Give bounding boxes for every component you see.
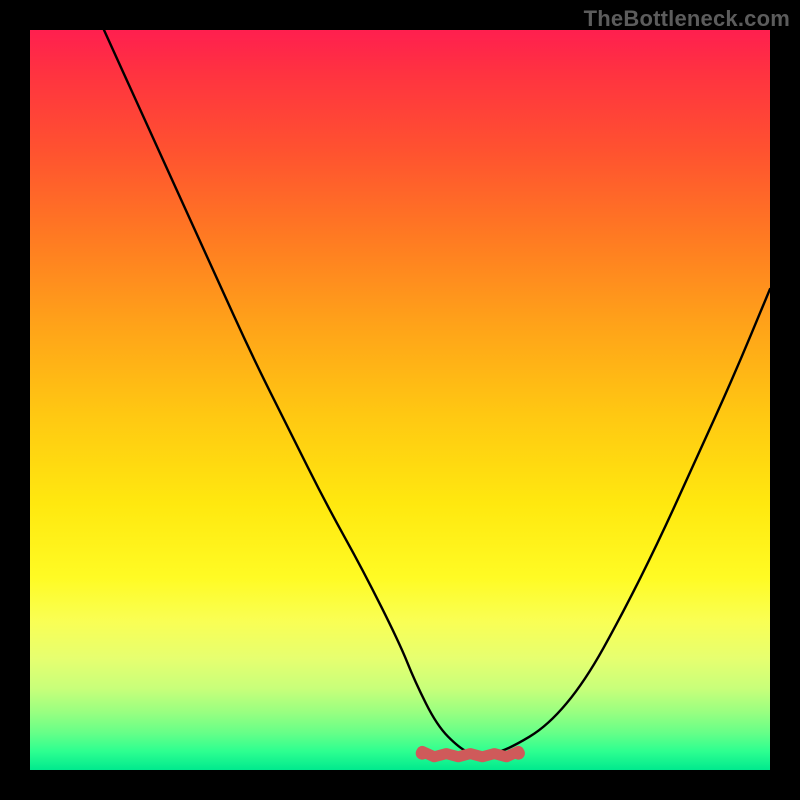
optimal-range-marker bbox=[422, 751, 518, 756]
plot-area bbox=[30, 30, 770, 770]
watermark-text: TheBottleneck.com bbox=[584, 6, 790, 32]
curve-layer bbox=[30, 30, 770, 770]
chart-frame: TheBottleneck.com bbox=[0, 0, 800, 800]
optimal-range-start-dot bbox=[416, 747, 429, 760]
bottleneck-curve bbox=[104, 30, 770, 755]
optimal-range-end-dot bbox=[512, 747, 525, 760]
